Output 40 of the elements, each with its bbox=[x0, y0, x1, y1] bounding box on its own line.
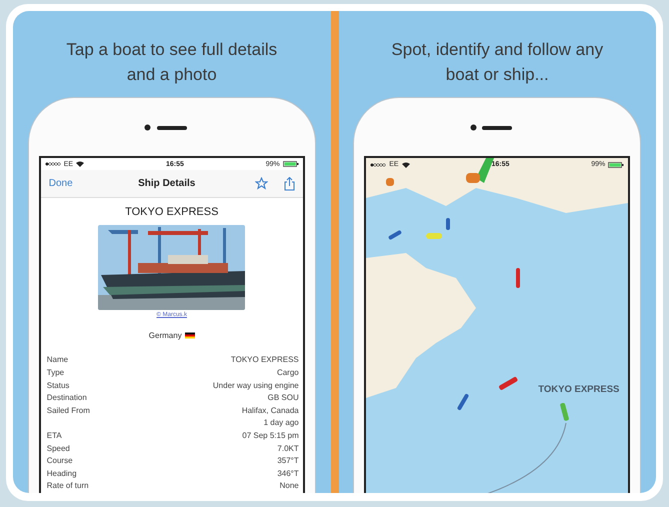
field-label: Sailed From bbox=[46, 404, 90, 417]
field-label: Name bbox=[46, 354, 68, 366]
caption: Tap a boat to see full details and a photo bbox=[65, 39, 278, 86]
field-value: Cargo bbox=[276, 367, 299, 380]
wifi-icon bbox=[402, 162, 410, 168]
field-value: TOKYO EXPRESS bbox=[230, 354, 299, 366]
star-icon[interactable] bbox=[254, 177, 268, 190]
speaker-icon bbox=[482, 126, 512, 130]
signal-icon bbox=[44, 162, 61, 166]
field-value: 07 Sep 5:15 pm bbox=[242, 430, 299, 442]
camera-icon bbox=[470, 124, 477, 131]
field-label: Type bbox=[46, 367, 64, 380]
field-value: None bbox=[280, 480, 299, 492]
battery-icon bbox=[282, 161, 299, 168]
field-label: Rate of turn bbox=[46, 480, 89, 492]
ship-name: TOKYO EXPRESS bbox=[124, 206, 220, 218]
field-value: 357°T bbox=[277, 455, 299, 468]
field-label: Speed bbox=[46, 442, 70, 455]
battery-icon bbox=[608, 162, 624, 168]
field-label: ETA bbox=[46, 430, 62, 442]
caption: Spot, identify and follow any boat or ship... bbox=[390, 39, 604, 86]
field-label: Course bbox=[46, 455, 73, 468]
field-value: 7.0KT bbox=[277, 442, 299, 455]
field-label: Status bbox=[46, 380, 70, 392]
signal-icon bbox=[370, 162, 386, 166]
share-icon[interactable] bbox=[284, 176, 295, 191]
camera-icon bbox=[144, 124, 152, 131]
field-value: 346°T bbox=[277, 468, 299, 480]
field-value: Under way using engine bbox=[212, 380, 299, 392]
ship-label: TOKYO EXPRESS bbox=[538, 384, 620, 395]
wifi-icon bbox=[76, 161, 84, 168]
field-value: Halifax, Canada 1 day ago bbox=[242, 404, 299, 430]
field-label: Heading bbox=[46, 468, 77, 480]
field-value: GB SOU bbox=[268, 392, 299, 404]
flag-country: Germany bbox=[148, 331, 182, 340]
done-button[interactable]: Done bbox=[48, 178, 99, 190]
flag-icon bbox=[184, 332, 195, 340]
speaker-icon bbox=[156, 126, 187, 130]
screen-title: Ship Details bbox=[137, 178, 196, 190]
field-label: Destination bbox=[46, 392, 87, 404]
